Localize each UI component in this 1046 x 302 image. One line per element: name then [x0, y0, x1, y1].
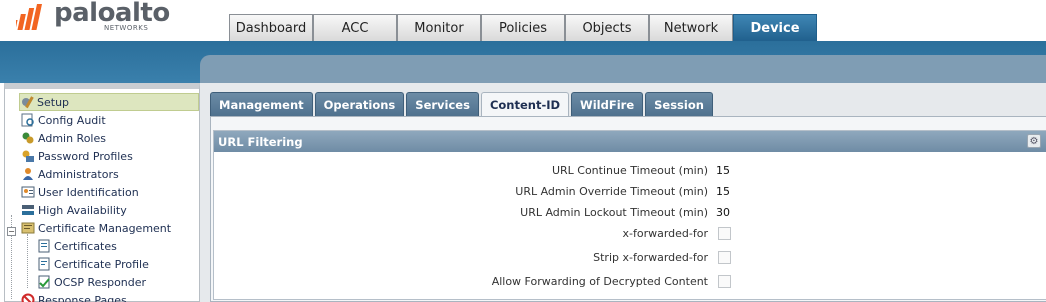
- paloalto-logo-icon: [16, 4, 42, 30]
- gear-icon[interactable]: ⚙: [1027, 134, 1041, 148]
- setting-row-allow-forwarding-decrypted: Allow Forwarding of Decrypted Content: [214, 272, 1046, 292]
- sidebar-item-administrators[interactable]: Administrators: [21, 165, 119, 183]
- administrators-icon: [21, 167, 35, 181]
- high-availability-icon: [21, 203, 35, 217]
- x-forwarded-for-checkbox[interactable]: [718, 227, 731, 240]
- setup-icon: [20, 95, 34, 109]
- setting-label: URL Admin Override Timeout (min): [515, 185, 708, 198]
- setting-row-url-continue-timeout: URL Continue Timeout (min) 15: [214, 161, 1046, 181]
- sidebar-item-password-profiles[interactable]: Password Profiles: [21, 147, 133, 165]
- ocsp-responder-icon: [37, 275, 51, 289]
- setting-row-x-forwarded-for: x-forwarded-for: [214, 224, 1046, 244]
- setting-label: URL Admin Lockout Timeout (min): [520, 206, 708, 219]
- tree-line: [27, 234, 28, 288]
- setting-label: x-forwarded-for: [622, 227, 709, 240]
- setting-label: Allow Forwarding of Decrypted Content: [491, 275, 708, 288]
- tab-operations[interactable]: Operations: [314, 92, 405, 116]
- tab-session[interactable]: Session: [645, 92, 713, 116]
- setting-row-url-admin-lockout-timeout: URL Admin Lockout Timeout (min) 30: [214, 203, 1046, 223]
- sidebar-item-ocsp-responder[interactable]: OCSP Responder: [37, 273, 146, 291]
- sidebar-item-setup[interactable]: Setup: [19, 93, 199, 111]
- sidebar-item-certificate-management[interactable]: Certificate Management: [21, 219, 171, 237]
- sidebar-item-label: OCSP Responder: [54, 275, 147, 289]
- tab-monitor[interactable]: Monitor: [397, 14, 481, 42]
- sidebar-item-label: Administrators: [38, 167, 119, 181]
- certificate-icon: [37, 239, 51, 253]
- tab-policies[interactable]: Policies: [481, 14, 565, 42]
- sidebar-item-label: Certificate Management: [38, 221, 172, 235]
- admin-roles-icon: [21, 131, 35, 145]
- url-filtering-section: URL Filtering ⚙ URL Continue Timeout (mi…: [213, 130, 1046, 300]
- tab-acc[interactable]: ACC: [313, 14, 397, 42]
- sidebar-item-label: Setup: [37, 95, 70, 109]
- content-header-band: [200, 55, 1046, 83]
- config-audit-icon: [21, 113, 35, 127]
- sidebar: − Setup Config Audit Admin Roles Passwor…: [4, 83, 200, 302]
- sidebar-item-high-availability[interactable]: High Availability: [21, 201, 127, 219]
- setting-row-strip-x-forwarded-for: Strip x-forwarded-for: [214, 248, 1046, 268]
- tab-wildfire[interactable]: WildFire: [571, 92, 644, 116]
- app-header: paloalto NETWORKS Dashboard ACC Monitor …: [0, 0, 1046, 42]
- setting-row-url-admin-override-timeout: URL Admin Override Timeout (min) 15: [214, 182, 1046, 202]
- sidebar-item-label: Certificate Profile: [54, 257, 149, 271]
- sidebar-item-config-audit[interactable]: Config Audit: [21, 111, 106, 129]
- section-title: URL Filtering: [218, 134, 303, 149]
- setting-value: 15: [716, 164, 730, 177]
- setting-label: Strip x-forwarded-for: [593, 251, 708, 264]
- device-setup-tabs: Management Operations Services Content-I…: [210, 92, 715, 116]
- allow-forwarding-decrypted-checkbox[interactable]: [718, 275, 731, 288]
- sidebar-item-user-identification[interactable]: User Identification: [21, 183, 139, 201]
- collapse-toggle-icon[interactable]: −: [7, 227, 16, 236]
- sidebar-item-certificates[interactable]: Certificates: [37, 237, 117, 255]
- certificate-profile-icon: [37, 257, 51, 271]
- tab-services[interactable]: Services: [406, 92, 479, 116]
- url-filtering-header: URL Filtering ⚙: [214, 131, 1046, 152]
- logo-subtext: NETWORKS: [104, 24, 149, 32]
- sidebar-item-certificate-profile[interactable]: Certificate Profile: [37, 255, 149, 273]
- setting-label: URL Continue Timeout (min): [551, 164, 708, 177]
- setting-value: 15: [716, 185, 730, 198]
- sidebar-item-response-pages[interactable]: Response Pages: [21, 291, 127, 302]
- sidebar-item-label: Response Pages: [38, 293, 127, 302]
- setting-value: 30: [716, 206, 730, 219]
- tab-network[interactable]: Network: [649, 14, 733, 42]
- tab-objects[interactable]: Objects: [565, 14, 649, 42]
- sidebar-item-label: Certificates: [54, 239, 117, 253]
- tab-device[interactable]: Device: [733, 14, 817, 42]
- sidebar-item-label: High Availability: [38, 203, 127, 217]
- certificate-management-icon: [21, 221, 35, 235]
- password-profiles-icon: [21, 149, 35, 163]
- sidebar-item-label: User Identification: [38, 185, 139, 199]
- sidebar-item-label: Config Audit: [38, 113, 106, 127]
- tab-content-id[interactable]: Content-ID: [480, 92, 570, 116]
- tab-dashboard[interactable]: Dashboard: [229, 14, 313, 42]
- main-nav-tabs: Dashboard ACC Monitor Policies Objects N…: [229, 14, 817, 42]
- response-pages-icon: [21, 293, 35, 302]
- strip-x-forwarded-for-checkbox[interactable]: [718, 251, 731, 264]
- sidebar-item-admin-roles[interactable]: Admin Roles: [21, 129, 106, 147]
- user-identification-icon: [21, 185, 35, 199]
- paloalto-logo: paloalto NETWORKS: [12, 0, 170, 40]
- tab-management[interactable]: Management: [210, 92, 313, 116]
- sidebar-item-label: Admin Roles: [38, 131, 106, 145]
- sidebar-item-label: Password Profiles: [38, 149, 133, 163]
